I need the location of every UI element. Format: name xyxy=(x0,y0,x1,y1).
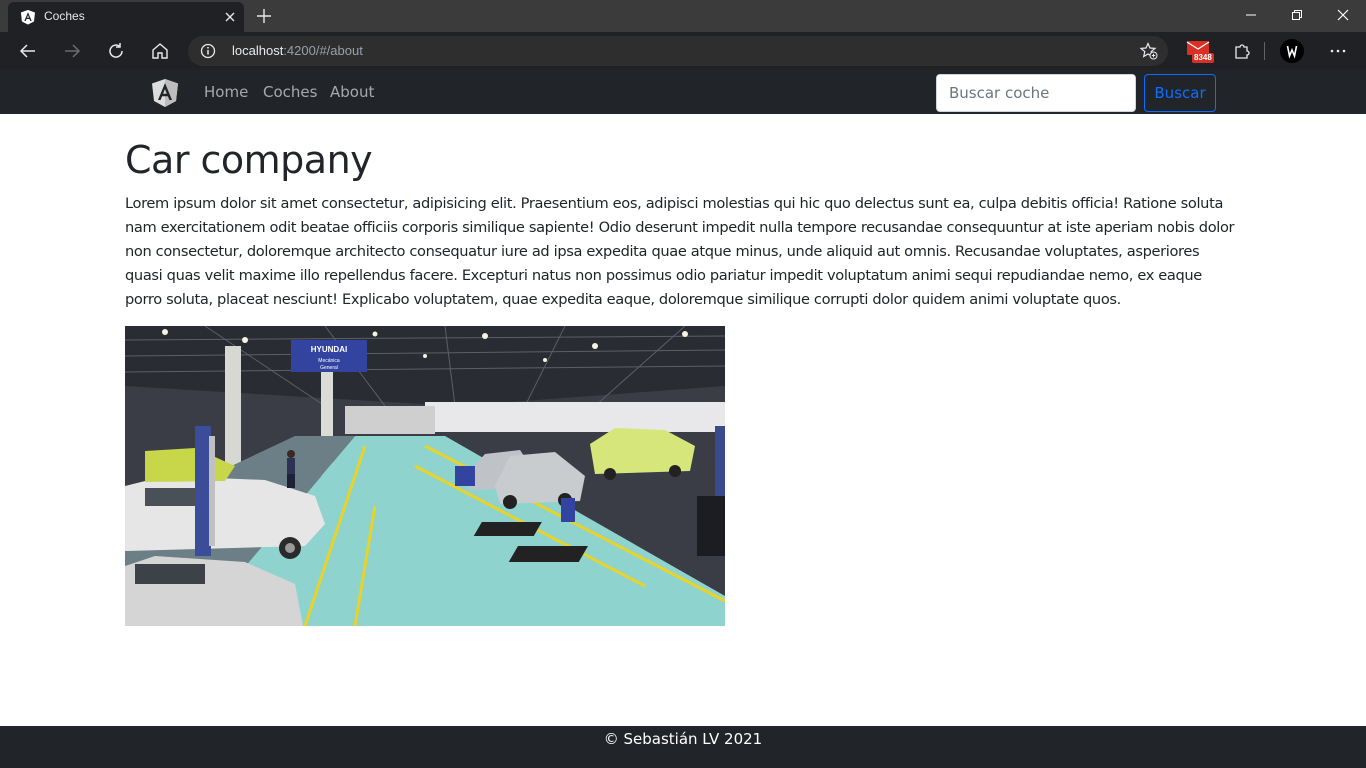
info-icon[interactable] xyxy=(200,43,216,59)
profile-button[interactable] xyxy=(1280,39,1304,63)
url-host: localhost xyxy=(232,43,284,58)
arrow-left-icon xyxy=(19,44,35,58)
new-tab-icon[interactable] xyxy=(254,6,274,26)
minimize-icon xyxy=(1246,14,1256,16)
reload-icon xyxy=(109,43,123,58)
extensions-button[interactable] xyxy=(1230,39,1254,63)
angular-logo[interactable] xyxy=(150,78,180,108)
forward-button[interactable] xyxy=(60,39,84,63)
more-horizontal-icon xyxy=(1330,49,1346,53)
mail-extension-button[interactable]: 8348 xyxy=(1184,39,1214,63)
home-button[interactable] xyxy=(148,39,172,63)
browser-tabstrip: Coches xyxy=(0,0,1366,32)
sign-brand: HYUNDAI xyxy=(311,345,347,354)
url-text: localhost:4200/#/about xyxy=(232,43,363,58)
close-window-button[interactable] xyxy=(1320,0,1366,30)
close-tab-icon[interactable] xyxy=(222,9,238,25)
search-input[interactable] xyxy=(936,74,1136,112)
footer-text: © Sebastián LV 2021 xyxy=(603,730,763,748)
browser-toolbar: localhost:4200/#/about 8348 xyxy=(0,32,1366,70)
site-footer: © Sebastián LV 2021 xyxy=(0,726,1366,768)
minimize-button[interactable] xyxy=(1228,0,1274,30)
address-bar[interactable]: localhost:4200/#/about xyxy=(188,36,1168,66)
page-title: Car company xyxy=(125,138,373,182)
nav-home-link[interactable]: Home xyxy=(204,83,248,101)
back-button[interactable] xyxy=(16,39,40,63)
arrow-right-icon xyxy=(65,44,81,58)
browser-tab[interactable]: Coches xyxy=(8,2,244,32)
workshop-image: HYUNDAI Mecánica General xyxy=(125,326,725,626)
tab-title: Coches xyxy=(44,9,85,23)
angular-icon xyxy=(21,10,35,25)
add-favorite-icon[interactable] xyxy=(1140,42,1158,60)
avatar xyxy=(1280,39,1304,63)
close-icon xyxy=(1337,9,1349,21)
restore-icon xyxy=(1292,10,1302,20)
toolbar-separator xyxy=(1264,42,1265,60)
url-path: :4200/#/about xyxy=(283,43,363,58)
sign-line-1: Mecánica xyxy=(318,358,340,364)
puzzle-icon xyxy=(1235,44,1250,59)
page-paragraph: Lorem ipsum dolor sit amet consectetur, … xyxy=(125,195,1235,308)
settings-menu-button[interactable] xyxy=(1326,39,1350,63)
search-button[interactable]: Buscar xyxy=(1144,74,1216,112)
sign-line-2: General xyxy=(320,365,338,371)
nav-about-link[interactable]: About xyxy=(330,83,374,101)
nav-coches-link[interactable]: Coches xyxy=(263,83,317,101)
reload-button[interactable] xyxy=(104,39,128,63)
mail-count-badge: 8348 xyxy=(1192,53,1214,63)
workshop-illustration: HYUNDAI Mecánica General xyxy=(125,326,725,626)
site-navbar: Home Coches About Buscar xyxy=(0,70,1366,114)
home-icon xyxy=(152,43,168,59)
restore-button[interactable] xyxy=(1274,0,1320,30)
